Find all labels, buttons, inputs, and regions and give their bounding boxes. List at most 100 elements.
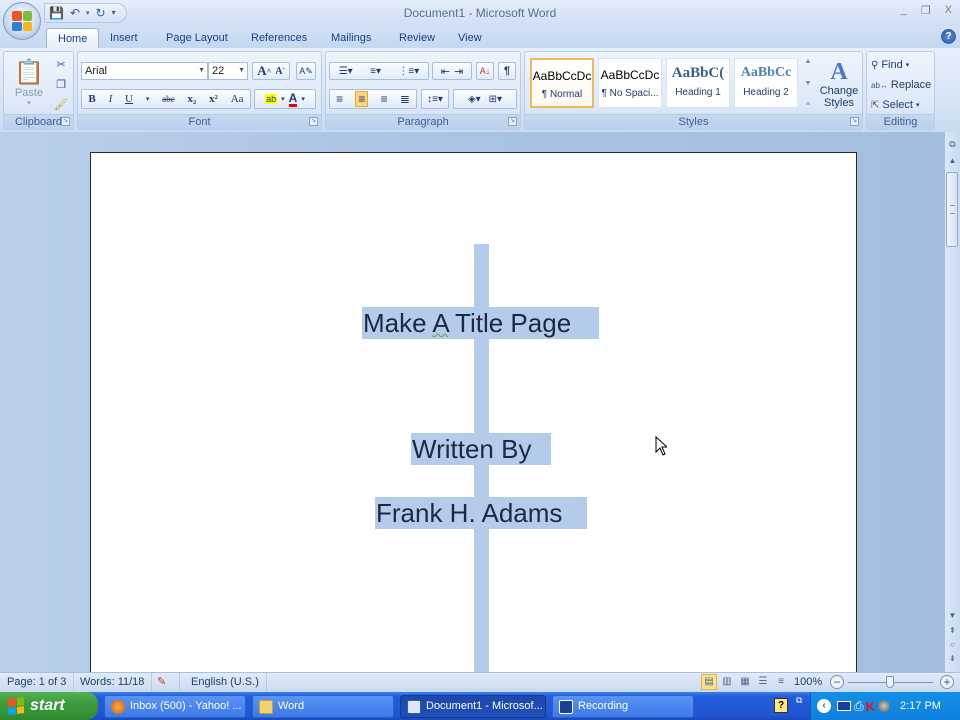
superscript-button[interactable]: x² [209, 93, 218, 105]
sort-icon[interactable]: A↓ [476, 62, 494, 80]
print-layout-icon[interactable]: ▤ [701, 674, 717, 690]
scroll-thumb[interactable] [946, 172, 958, 247]
show-formatting-marks-icon[interactable]: ¶ [498, 62, 516, 80]
font-launcher-icon[interactable]: ↘ [309, 117, 318, 126]
undo-icon[interactable]: ↶ [70, 7, 80, 19]
justify-icon[interactable]: ≣ [400, 92, 410, 106]
task-document1[interactable]: Document1 - Microsof... [400, 695, 546, 718]
multilevel-list-icon[interactable]: ⋮≡▾ [398, 66, 419, 77]
show-hidden-icons[interactable]: ‹ [817, 699, 831, 713]
zoom-in-icon[interactable]: + [940, 675, 954, 689]
clock[interactable]: 2:17 PM [900, 700, 941, 712]
italic-button[interactable]: I [109, 93, 113, 105]
paragraph-launcher-icon[interactable]: ↘ [508, 117, 517, 126]
align-center-icon[interactable]: ≡ [355, 91, 369, 107]
subscript-button[interactable]: x₂ [187, 93, 196, 105]
web-layout-icon[interactable]: ▦ [737, 674, 753, 690]
view-ruler-icon[interactable]: ⧉ [945, 138, 960, 151]
tab-page-layout[interactable]: Page Layout [155, 28, 239, 48]
language[interactable]: English (U.S.) [184, 673, 267, 692]
tab-view[interactable]: View [447, 28, 493, 48]
start-button[interactable]: start [0, 692, 98, 720]
language-bar-icon[interactable]: ⧉ [796, 695, 802, 706]
document-page[interactable]: Make A Title Page Written By Frank H. Ad… [90, 152, 857, 684]
style-no-spacing[interactable]: AaBbCcDc ¶ No Spaci... [598, 58, 662, 108]
font-color-icon[interactable]: A [288, 92, 298, 107]
numbering-icon[interactable]: ≡▾ [370, 66, 381, 77]
zoom-slider-thumb[interactable] [886, 676, 894, 688]
task-word-folder[interactable]: Word [252, 695, 394, 718]
zoom-out-icon[interactable]: − [830, 675, 844, 689]
customize-qat-icon[interactable]: ▾ [112, 9, 116, 17]
highlight-color-icon[interactable]: ab [265, 94, 278, 104]
task-yahoo-inbox[interactable]: Inbox (500) - Yahoo! ... [104, 695, 246, 718]
select-browse-object-icon[interactable]: ○ [945, 638, 960, 651]
doc-line-written-by[interactable]: Written By [411, 433, 551, 465]
line-spacing-icon[interactable]: ↕≡▾ [421, 89, 449, 109]
bold-button[interactable]: B [88, 93, 95, 105]
select-button[interactable]: ⇱ Select ▾ [871, 96, 919, 114]
change-styles-button[interactable]: A Change Styles [817, 56, 861, 112]
page-count[interactable]: Page: 1 of 3 [0, 673, 75, 692]
paste-button[interactable]: 📋 Paste ▾ [10, 56, 48, 108]
font-name-select[interactable]: Arial ▼ [81, 62, 208, 80]
borders-icon[interactable]: ⊞▾ [489, 94, 502, 105]
copy-icon[interactable]: ❐ [52, 75, 70, 93]
previous-page-icon[interactable]: ⇞ [945, 624, 960, 637]
proofing-icon[interactable]: ✎ [150, 673, 180, 692]
shading-icon[interactable]: ◈▾ [468, 94, 481, 105]
draft-icon[interactable]: ≡ [773, 674, 789, 690]
decrease-indent-icon[interactable]: ⇤ [441, 65, 450, 78]
redo-icon[interactable]: ↻ [96, 7, 106, 19]
tab-mailings[interactable]: Mailings [320, 28, 382, 48]
align-right-icon[interactable]: ≡ [381, 92, 388, 106]
full-screen-reading-icon[interactable]: ▥ [719, 674, 735, 690]
align-left-icon[interactable]: ≡ [336, 92, 343, 106]
styles-up-icon[interactable]: ▲ [802, 58, 814, 65]
volume-icon[interactable] [878, 700, 890, 712]
doc-line-title[interactable]: Make A Title Page [362, 307, 599, 339]
scroll-up-icon[interactable]: ▲ [945, 154, 960, 167]
tab-insert[interactable]: Insert [99, 28, 149, 48]
antivirus-icon[interactable]: K [866, 699, 875, 714]
minimize-button[interactable]: _ [901, 4, 907, 17]
styles-down-icon[interactable]: ▼ [802, 80, 814, 87]
restore-button[interactable]: ❐ [921, 4, 931, 17]
shrink-font-icon[interactable]: A [275, 66, 282, 77]
format-painter-icon[interactable]: 🖌 [52, 95, 70, 113]
printer-icon[interactable]: ⎙ [854, 699, 864, 714]
underline-button[interactable]: U [125, 93, 133, 105]
bullets-icon[interactable]: ☰▾ [339, 66, 353, 77]
find-button[interactable]: ⚲ Find ▾ [871, 56, 909, 74]
recorder-tray-icon[interactable] [837, 701, 851, 711]
undo-dropdown-icon[interactable]: ▾ [86, 10, 90, 17]
tab-home[interactable]: Home [46, 28, 100, 48]
increase-indent-icon[interactable]: ⇥ [454, 65, 463, 78]
underline-dropdown-icon[interactable]: ▾ [146, 95, 150, 103]
next-page-icon[interactable]: ⇟ [945, 652, 960, 665]
replace-button[interactable]: ab↔ Replace [871, 76, 931, 94]
save-icon[interactable]: 💾 [49, 7, 64, 19]
style-normal[interactable]: AaBbCcDc ¶ Normal [530, 58, 594, 108]
task-recording[interactable]: Recording [552, 695, 694, 718]
style-heading-2[interactable]: AaBbCc Heading 2 [734, 58, 798, 108]
outline-icon[interactable]: ☰ [755, 674, 771, 690]
change-case-button[interactable]: Aa [231, 93, 244, 105]
tab-review[interactable]: Review [388, 28, 446, 48]
styles-launcher-icon[interactable]: ↘ [850, 117, 859, 126]
doc-line-author[interactable]: Frank H. Adams [375, 497, 587, 529]
grow-font-icon[interactable]: A [257, 63, 266, 79]
close-button[interactable]: X [945, 4, 952, 17]
help-tray-icon[interactable]: ? [774, 698, 788, 713]
strikethrough-button[interactable]: abc [162, 94, 175, 104]
help-icon[interactable]: ? [941, 29, 956, 44]
style-heading-1[interactable]: AaBbC( Heading 1 [666, 58, 730, 108]
office-button[interactable] [3, 2, 41, 40]
cut-icon[interactable]: ✂ [52, 55, 70, 73]
clear-formatting-icon[interactable]: A✎ [296, 62, 316, 80]
word-count[interactable]: Words: 11/18 [73, 673, 153, 692]
font-size-select[interactable]: 22 ▼ [208, 62, 248, 80]
styles-more-icon[interactable]: ≡ [802, 101, 814, 108]
tab-references[interactable]: References [240, 28, 318, 48]
vertical-scrollbar[interactable]: ⧉ ▲ ▼ ⇞ ○ ⇟ [945, 132, 960, 672]
